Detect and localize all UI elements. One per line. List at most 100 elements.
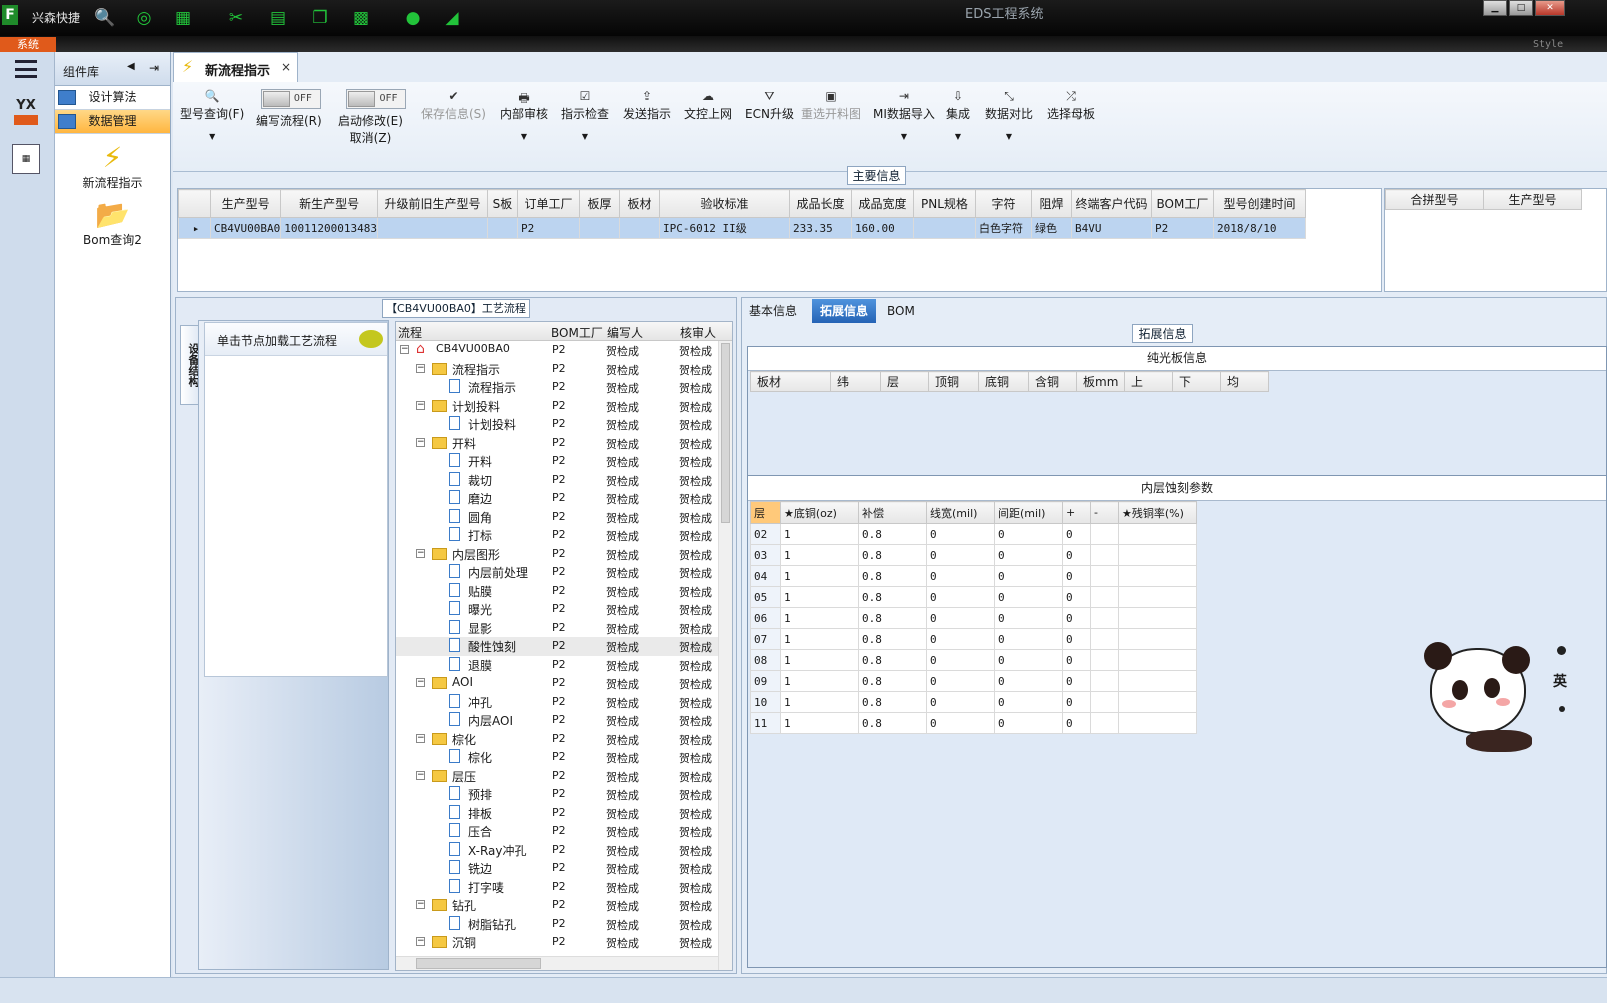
table-cell[interactable]: 1 [780, 712, 859, 734]
maximize-button[interactable]: □ [1509, 0, 1533, 16]
collapse-icon[interactable]: − [400, 345, 409, 354]
column-header[interactable]: 阻焊 [1030, 189, 1072, 218]
table-row[interactable]: 07 1 0.8 0 0 0 [750, 628, 1197, 650]
column-header[interactable]: ★底铜(oz) [780, 501, 859, 524]
table-cell[interactable] [1118, 628, 1197, 650]
tree-hscrollbar[interactable] [396, 956, 718, 970]
collapse-icon[interactable]: − [416, 733, 425, 743]
collapse-icon[interactable]: − [416, 363, 425, 373]
tab-detail-1[interactable]: 拓展信息 [812, 299, 877, 323]
table-cell[interactable]: 1 [780, 670, 859, 692]
table-cell[interactable]: 0 [994, 691, 1063, 713]
tab-detail-2[interactable]: BOM [879, 299, 923, 323]
tree-node[interactable]: 裁切 P2 贺检成 贺检成 [396, 471, 732, 490]
chevron-down-icon[interactable]: ▼ [180, 132, 244, 141]
minimize-button[interactable]: ▁ [1483, 0, 1507, 16]
corner-cell[interactable] [178, 189, 211, 218]
table-cell[interactable]: 07 [750, 628, 781, 650]
table-cell[interactable]: 0 [994, 607, 1063, 629]
table-cell[interactable]: IPC-6012 II级 [658, 217, 790, 239]
table-cell[interactable] [1090, 712, 1119, 734]
column-header[interactable]: 板mm [1076, 371, 1125, 392]
sidebar-item-0[interactable]: 设计算法 [55, 86, 170, 110]
tree-node[interactable]: 冲孔 P2 贺检成 贺检成 [396, 693, 732, 712]
tree-node[interactable]: − 计划投料 P2 贺检成 贺检成 [396, 397, 732, 416]
table-row[interactable]: 04 1 0.8 0 0 0 [750, 565, 1197, 587]
tab-new-process[interactable]: ⚡ 新流程指示 × [173, 52, 298, 82]
table-cell[interactable] [1090, 607, 1119, 629]
chevron-down-icon[interactable]: ▼ [946, 132, 970, 141]
table-row[interactable]: 05 1 0.8 0 0 0 [750, 586, 1197, 608]
table-cell[interactable]: 0 [926, 628, 995, 650]
tree-node[interactable]: − 开料 P2 贺检成 贺检成 [396, 434, 732, 453]
table-icon[interactable]: ▦ [170, 5, 196, 31]
table-cell[interactable]: 0 [926, 523, 995, 545]
table-cell[interactable]: 1 [780, 649, 859, 671]
tree-node[interactable]: 计划投料 P2 贺检成 贺检成 [396, 415, 732, 434]
table-cell[interactable]: 0.8 [858, 565, 927, 587]
table-cell[interactable]: 0 [926, 607, 995, 629]
table-row[interactable]: 10 1 0.8 0 0 0 [750, 691, 1197, 713]
table-row[interactable]: 08 1 0.8 0 0 0 [750, 649, 1197, 671]
tree-node[interactable]: 树脂钻孔 P2 贺检成 贺检成 [396, 915, 732, 934]
table-cell[interactable]: 1 [780, 628, 859, 650]
column-header[interactable]: 底铜 [978, 371, 1029, 392]
table-cell[interactable]: 1 [780, 523, 859, 545]
column-header[interactable]: 线宽(mil) [926, 501, 995, 524]
table-cell[interactable] [1090, 670, 1119, 692]
tree-column-header[interactable]: BOM工厂 [551, 324, 603, 341]
toolbar-item-11[interactable]: ⇩ 集成 ▼ [946, 89, 970, 141]
table-cell[interactable]: 0 [1062, 607, 1091, 629]
tree-node[interactable]: 显影 P2 贺检成 贺检成 [396, 619, 732, 638]
table-cell[interactable]: 0 [994, 523, 1063, 545]
lifebuoy-icon[interactable]: ◎ [131, 5, 157, 31]
table-cell[interactable] [1118, 586, 1197, 608]
column-header[interactable]: 成品长度 [788, 189, 852, 218]
table-cell[interactable] [1090, 691, 1119, 713]
table-cell[interactable] [1118, 670, 1197, 692]
chevron-down-icon[interactable]: ▼ [500, 132, 548, 141]
tree-node[interactable]: − 层压 P2 贺检成 贺检成 [396, 767, 732, 786]
column-header[interactable]: 合拼型号 [1385, 189, 1484, 210]
table-cell[interactable]: 0 [1062, 649, 1091, 671]
tree-node[interactable]: − AOI P2 贺检成 贺检成 [396, 674, 732, 693]
table-cell[interactable]: 0 [926, 544, 995, 566]
search-icon[interactable]: 🔍 [92, 5, 118, 31]
column-header[interactable]: 订单工厂 [516, 189, 580, 218]
tree-column-header[interactable]: 流程 [398, 324, 422, 341]
tree-column-header[interactable]: 核审人 [680, 324, 716, 341]
style-label[interactable]: Style [1533, 39, 1563, 50]
table-cell[interactable] [1118, 544, 1197, 566]
table-cell[interactable]: 10011200013483 [280, 217, 378, 239]
column-header[interactable]: 成品宽度 [850, 189, 914, 218]
table-cell[interactable]: 0.8 [858, 670, 927, 692]
tree-node[interactable]: 打字唛 P2 贺检成 贺检成 [396, 878, 732, 897]
toolbar-item-6[interactable]: ⇪ 发送指示 [623, 89, 671, 122]
table-cell[interactable]: 0.8 [858, 628, 927, 650]
column-header[interactable]: 层 [880, 371, 929, 392]
tree-node[interactable]: − 沉铜 P2 贺检成 贺检成 [396, 933, 732, 952]
sidebar-big-item-1[interactable]: 📂 Bom查询2 [55, 199, 170, 248]
tree-vscrollbar[interactable] [718, 341, 732, 970]
table-cell[interactable]: 0 [926, 670, 995, 692]
table-cell[interactable] [1118, 523, 1197, 545]
table-cell[interactable]: 0 [1062, 628, 1091, 650]
tree-node[interactable]: 磨边 P2 贺检成 贺检成 [396, 489, 732, 508]
table-cell[interactable]: 0 [926, 649, 995, 671]
column-header[interactable]: 型号创建时间 [1212, 189, 1306, 218]
tree-node[interactable]: 打标 P2 贺检成 贺检成 [396, 526, 732, 545]
tree-node[interactable]: 预排 P2 贺检成 贺检成 [396, 785, 732, 804]
table-cell[interactable]: 0.8 [858, 712, 927, 734]
table-row[interactable]: 09 1 0.8 0 0 0 [750, 670, 1197, 692]
toolbar-item-5[interactable]: ☑ 指示检查 ▼ [561, 89, 609, 141]
tree-node[interactable]: 铣边 P2 贺检成 贺检成 [396, 859, 732, 878]
toggle-switch[interactable]: OFF [260, 89, 321, 109]
table-cell[interactable]: 0 [1062, 544, 1091, 566]
column-header[interactable]: 含铜 [1028, 371, 1077, 392]
table-cell[interactable] [1118, 691, 1197, 713]
table-cell[interactable]: 白色字符 [974, 217, 1032, 239]
dock-icon[interactable]: ⇥ [149, 61, 159, 75]
tree-node[interactable]: − 棕化 P2 贺检成 贺检成 [396, 730, 732, 749]
table-cell[interactable]: 0.8 [858, 649, 927, 671]
toolbar-item-2[interactable]: OFF 启动修改(E) 取消(Z) [338, 89, 407, 146]
